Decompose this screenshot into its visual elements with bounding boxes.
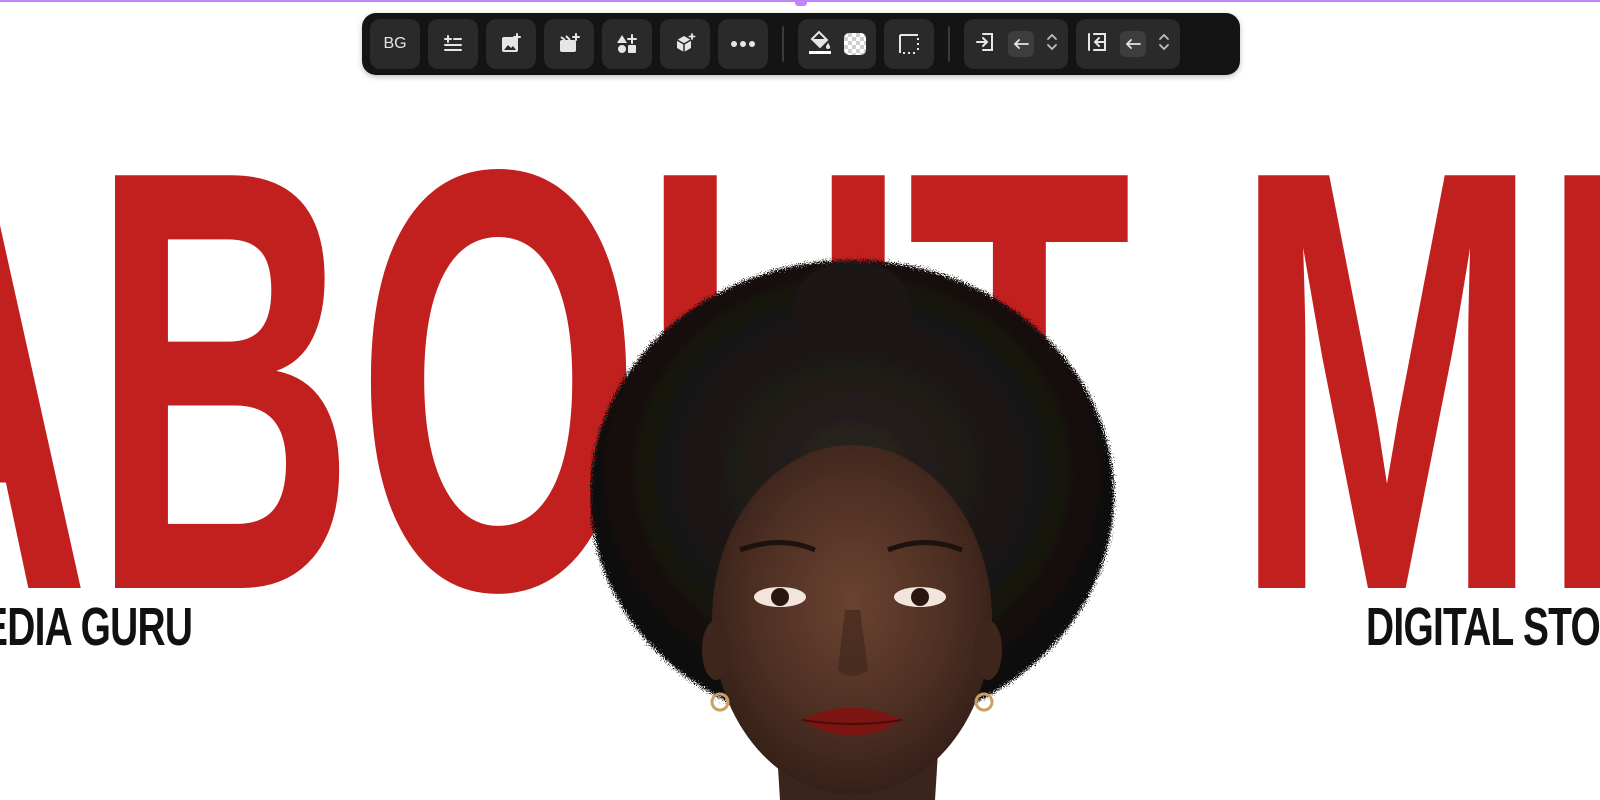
add-shapes-icon — [616, 33, 638, 55]
paint-bucket-icon[interactable] — [808, 29, 832, 60]
padding-arrow-left-button[interactable] — [1008, 31, 1034, 57]
transparency-swatch-icon[interactable] — [844, 33, 866, 55]
text-align-icon — [442, 33, 464, 55]
margin-group — [1076, 19, 1180, 69]
add-video-icon — [558, 33, 580, 55]
add-video-button[interactable] — [544, 19, 594, 69]
padding-left-icon[interactable] — [974, 31, 996, 58]
caption-left[interactable]: EDIA GURU — [0, 600, 193, 654]
more-button[interactable] — [718, 19, 768, 69]
text-align-button[interactable] — [428, 19, 478, 69]
add-3d-object-icon — [674, 33, 696, 55]
toolbar-divider — [948, 26, 950, 62]
more-icon — [730, 40, 756, 48]
left-ear — [702, 620, 730, 680]
canvas[interactable]: ABOUT ME — [0, 0, 1600, 800]
caption-right[interactable]: DIGITAL STORY — [1366, 600, 1600, 654]
right-ear — [974, 620, 1002, 680]
margin-arrow-left-button[interactable] — [1120, 31, 1146, 57]
background-button-label: BG — [383, 35, 407, 52]
padding-group — [964, 19, 1068, 69]
padding-stepper-icon[interactable] — [1046, 31, 1058, 58]
add-shapes-button[interactable] — [602, 19, 652, 69]
margin-stepper-icon[interactable] — [1158, 31, 1170, 58]
background-button[interactable]: BG — [370, 19, 420, 69]
portrait-svg — [590, 260, 1114, 800]
add-image-button[interactable] — [486, 19, 536, 69]
add-image-icon — [500, 33, 522, 55]
fill-group — [798, 19, 876, 69]
portrait-photo[interactable] — [590, 250, 1130, 800]
selection-handle[interactable] — [795, 0, 807, 6]
border-icon — [898, 33, 920, 55]
floating-toolbar: BG — [362, 13, 1240, 75]
toolbar-divider — [782, 26, 784, 62]
margin-left-icon[interactable] — [1086, 31, 1108, 58]
add-3d-object-button[interactable] — [660, 19, 710, 69]
border-button[interactable] — [884, 19, 934, 69]
